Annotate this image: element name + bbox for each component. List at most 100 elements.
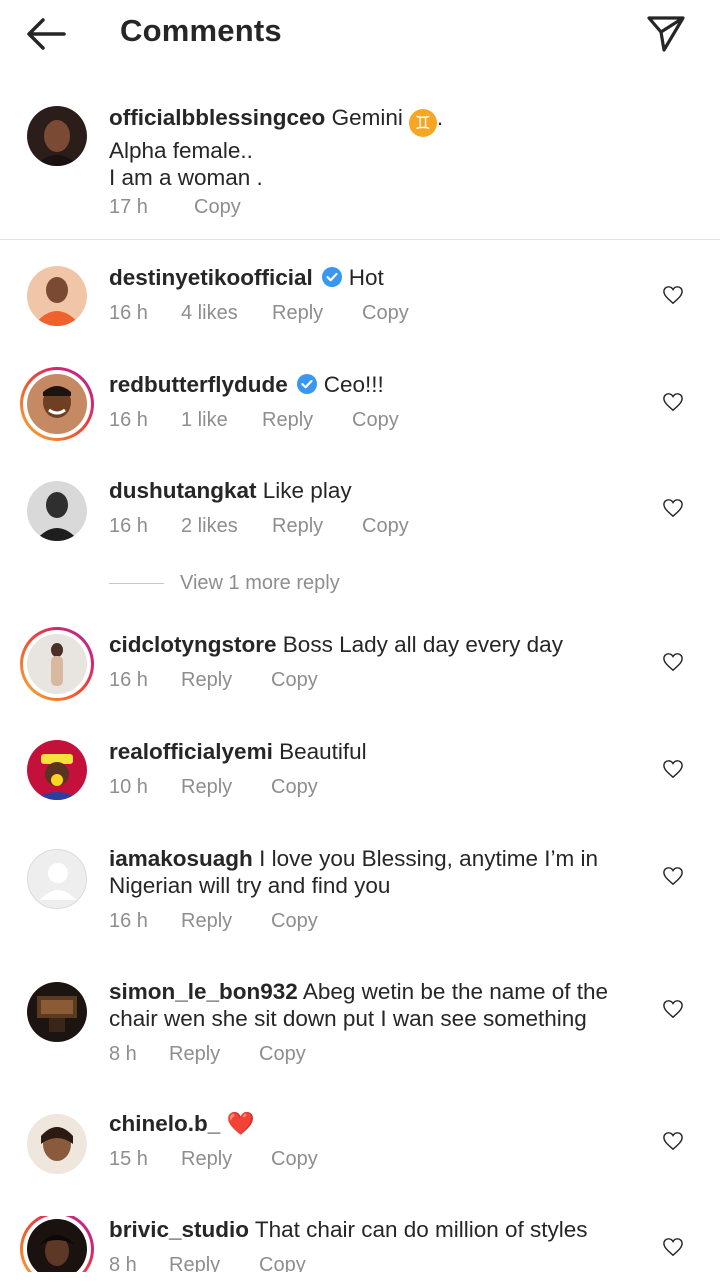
avatar[interactable]	[27, 634, 87, 694]
likes-count[interactable]: 1 like	[181, 409, 262, 432]
copy-button[interactable]: Copy	[271, 776, 318, 799]
post-caption: officialbblessingceo Gemini ♊. Alpha fema…	[0, 90, 720, 240]
heart-outline-icon[interactable]	[662, 866, 684, 886]
comment-username[interactable]: iamakosuagh	[109, 846, 253, 871]
comment-username[interactable]: destinyetikoofficial	[109, 265, 313, 290]
comment-meta: 16 h Reply Copy	[109, 910, 318, 933]
story-ring[interactable]	[20, 627, 94, 701]
comment-item: dushutangkat Like play 16 h 2 likes Reply C…	[0, 477, 720, 567]
heart-outline-icon[interactable]	[662, 285, 684, 305]
heart-outline-icon[interactable]	[662, 1131, 684, 1151]
caption-username[interactable]: officialbblessingceo	[109, 105, 325, 130]
heart-outline-icon[interactable]	[662, 392, 684, 412]
comment-meta: 15 h Reply Copy	[109, 1148, 318, 1171]
caption-text: officialbblessingceo Gemini ♊. Alpha fema…	[109, 104, 649, 191]
caption-meta: 17 h Copy	[109, 196, 241, 219]
comment-item: simon_le_bon932 Abeg wetin be the name o…	[0, 978, 720, 1088]
timestamp: 17 h	[109, 196, 148, 218]
paper-plane-icon[interactable]	[645, 12, 687, 54]
comment-meta: 16 h Reply Copy	[109, 669, 318, 692]
red-heart-icon: ❤️	[226, 1111, 255, 1136]
timestamp: 16 h	[109, 302, 148, 324]
comment-meta: 8 h Reply Copy	[109, 1254, 306, 1272]
copy-button[interactable]: Copy	[259, 1043, 306, 1066]
timestamp: 15 h	[109, 1148, 148, 1170]
timestamp: 16 h	[109, 910, 148, 932]
heart-outline-icon[interactable]	[662, 652, 684, 672]
comment-text: Boss Lady all day every day	[282, 632, 563, 657]
comment-text: That chair can do million of styles	[254, 1217, 588, 1242]
reply-button[interactable]: Reply	[272, 302, 362, 325]
avatar[interactable]	[27, 266, 87, 326]
avatar[interactable]	[27, 481, 87, 541]
avatar[interactable]	[27, 1219, 87, 1272]
comment-meta: 8 h Reply Copy	[109, 1043, 306, 1066]
comment-username[interactable]: dushutangkat	[109, 478, 257, 503]
page-title: Comments	[120, 13, 282, 48]
reply-button[interactable]: Reply	[169, 1043, 259, 1066]
view-more-replies-button[interactable]: View 1 more reply	[109, 572, 340, 595]
timestamp: 8 h	[109, 1043, 137, 1065]
verified-badge-icon	[296, 374, 317, 394]
comment-text-line2: Nigerian will try and find you	[109, 873, 391, 898]
comment-item: iamakosuagh I love you Blessing, anytime…	[0, 845, 720, 955]
comment-username[interactable]: chinelo.b_	[109, 1111, 220, 1136]
timestamp: 16 h	[109, 409, 148, 431]
comment-item: brivic_studio That chair can do million …	[0, 1216, 720, 1272]
comment-username[interactable]: realofficialyemi	[109, 739, 273, 764]
avatar[interactable]	[27, 106, 87, 166]
comment-meta: 10 h Reply Copy	[109, 776, 318, 799]
heart-outline-icon[interactable]	[662, 1237, 684, 1257]
reply-button[interactable]: Reply	[272, 515, 362, 538]
comment-item: realofficialyemi Beautiful 10 h Reply Copy	[0, 738, 720, 828]
copy-button[interactable]: Copy	[362, 515, 409, 538]
story-ring[interactable]	[20, 367, 94, 441]
comment-item: cidclotyngstore Boss Lady all day every …	[0, 627, 720, 721]
reply-button[interactable]: Reply	[181, 1148, 271, 1171]
likes-count[interactable]: 2 likes	[181, 515, 272, 538]
caption-line2: Alpha female..	[109, 138, 253, 163]
comment-meta: 16 h 1 like Reply Copy	[109, 409, 399, 432]
likes-count[interactable]: 4 likes	[181, 302, 272, 325]
heart-outline-icon[interactable]	[662, 999, 684, 1019]
comment-username[interactable]: simon_le_bon932	[109, 979, 298, 1004]
reply-button[interactable]: Reply	[169, 1254, 259, 1272]
caption-period: .	[436, 105, 444, 130]
divider-line	[109, 583, 164, 585]
comment-item: chinelo.b_ ❤️ 15 h Reply Copy	[0, 1110, 720, 1200]
arrow-left-icon[interactable]	[24, 14, 68, 54]
caption-line1: Gemini	[331, 105, 403, 130]
comment-username[interactable]: brivic_studio	[109, 1217, 249, 1242]
copy-button[interactable]: Copy	[271, 669, 318, 692]
reply-button[interactable]: Reply	[262, 409, 352, 432]
reply-button[interactable]: Reply	[181, 669, 271, 692]
heart-outline-icon[interactable]	[662, 498, 684, 518]
copy-button[interactable]: Copy	[352, 409, 399, 432]
avatar[interactable]	[27, 1114, 87, 1174]
reply-button[interactable]: Reply	[181, 910, 271, 933]
comment-meta: 16 h 4 likes Reply Copy	[109, 302, 409, 325]
copy-button[interactable]: Copy	[259, 1254, 306, 1272]
comment-text: Ceo!!!	[323, 372, 384, 397]
avatar[interactable]	[27, 982, 87, 1042]
avatar[interactable]	[27, 374, 87, 434]
avatar[interactable]	[27, 740, 87, 800]
copy-button[interactable]: Copy	[271, 910, 318, 933]
heart-outline-icon[interactable]	[662, 759, 684, 779]
timestamp: 10 h	[109, 776, 148, 798]
reply-button[interactable]: Reply	[181, 776, 271, 799]
copy-button[interactable]: Copy	[362, 302, 409, 325]
comment-text: Beautiful	[279, 739, 367, 764]
avatar[interactable]	[27, 849, 87, 909]
comment-text-line1: Abeg wetin be the name of the	[302, 979, 609, 1004]
story-ring[interactable]	[20, 1216, 94, 1272]
comment-username[interactable]: cidclotyngstore	[109, 632, 277, 657]
comment-username[interactable]: redbutterflydude	[109, 372, 288, 397]
header-bar: Comments	[0, 0, 720, 66]
copy-button[interactable]: Copy	[271, 1148, 318, 1171]
copy-button[interactable]: Copy	[194, 196, 241, 219]
verified-badge-icon	[321, 267, 342, 287]
view-more-label: View 1 more reply	[180, 572, 340, 594]
comment-item: redbutterflydude Ceo!!! 16 h 1 like Reply Co…	[0, 367, 720, 461]
comment-text: Hot	[348, 265, 384, 290]
